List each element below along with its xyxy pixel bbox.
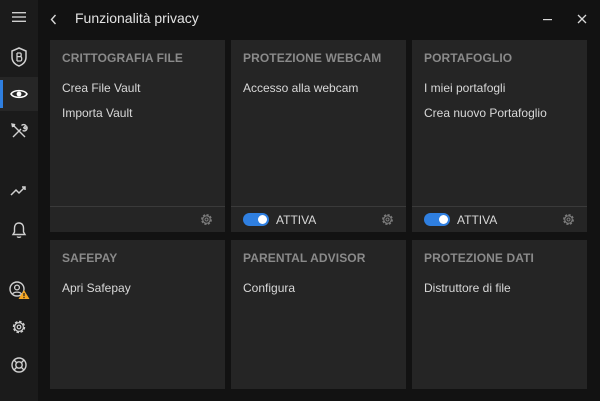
back-button[interactable]	[46, 8, 60, 30]
create-file-vault-link[interactable]: Crea File Vault	[62, 81, 140, 95]
gear-icon	[12, 320, 26, 334]
chevron-left-icon	[50, 14, 56, 24]
webcam-toggle[interactable]	[243, 213, 269, 226]
sidebar-item-settings[interactable]	[0, 310, 38, 344]
account-warning-icon	[9, 281, 30, 299]
card-footer: ATTIVA	[231, 206, 406, 232]
create-wallet-link[interactable]: Crea nuovo Portafoglio	[424, 106, 547, 120]
shield-b-icon	[11, 47, 27, 67]
card-title: PORTAFOGLIO	[424, 51, 513, 65]
file-shredder-link[interactable]: Distruttore di file	[424, 281, 511, 295]
open-safepay-link[interactable]: Apri Safepay	[62, 281, 131, 295]
card-title: CRITTOGRAFIA FILE	[62, 51, 184, 65]
card-webcam-protection: PROTEZIONE WEBCAM Accesso alla webcam AT…	[231, 40, 406, 232]
menu-button[interactable]	[0, 0, 38, 34]
activity-chart-icon	[10, 186, 26, 196]
lifebuoy-icon	[11, 357, 27, 373]
card-title: PROTEZIONE WEBCAM	[243, 51, 382, 65]
gear-icon[interactable]	[380, 212, 395, 227]
sidebar-item-utilities[interactable]	[0, 114, 38, 148]
card-title: PROTEZIONE DATI	[424, 251, 534, 265]
bell-icon	[11, 222, 27, 239]
sidebar-item-activity[interactable]	[0, 174, 38, 208]
minimize-icon	[543, 19, 552, 21]
sidebar-item-notifications[interactable]	[0, 213, 38, 247]
card-parental-advisor: PARENTAL ADVISOR Configura	[231, 240, 406, 389]
minimize-button[interactable]	[538, 9, 558, 29]
card-data-protection: PROTEZIONE DATI Distruttore di file	[412, 240, 587, 389]
configure-link[interactable]: Configura	[243, 281, 295, 295]
sidebar-item-support[interactable]	[0, 348, 38, 382]
toggle-knob	[258, 215, 267, 224]
import-vault-link[interactable]: Importa Vault	[62, 106, 132, 120]
card-file-encryption: CRITTOGRAFIA FILE Crea File Vault Import…	[50, 40, 225, 232]
card-title: SAFEPAY	[62, 251, 118, 265]
my-wallets-link[interactable]: I miei portafogli	[424, 81, 505, 95]
toggle-label: ATTIVA	[457, 213, 498, 227]
sidebar	[0, 0, 38, 401]
page-title: Funzionalità privacy	[75, 10, 199, 26]
card-title: PARENTAL ADVISOR	[243, 251, 366, 265]
webcam-access-link[interactable]: Accesso alla webcam	[243, 81, 358, 95]
eye-icon	[10, 89, 28, 99]
card-footer: ATTIVA	[412, 206, 587, 232]
card-safepay: SAFEPAY Apri Safepay	[50, 240, 225, 389]
card-wallet: PORTAFOGLIO I miei portafogli Crea nuovo…	[412, 40, 587, 232]
toggle-knob	[439, 215, 448, 224]
gear-icon[interactable]	[199, 212, 214, 227]
close-icon	[577, 14, 587, 24]
tools-icon	[11, 123, 28, 138]
wallet-toggle[interactable]	[424, 213, 450, 226]
gear-icon[interactable]	[561, 212, 576, 227]
title-bar: Funzionalità privacy	[38, 0, 600, 38]
close-button[interactable]	[572, 9, 592, 29]
hamburger-menu-icon	[12, 12, 26, 22]
toggle-label: ATTIVA	[276, 213, 317, 227]
sidebar-item-account[interactable]	[0, 273, 38, 307]
card-footer	[50, 206, 225, 232]
sidebar-item-protection[interactable]	[0, 40, 38, 74]
sidebar-item-privacy[interactable]	[0, 77, 38, 111]
